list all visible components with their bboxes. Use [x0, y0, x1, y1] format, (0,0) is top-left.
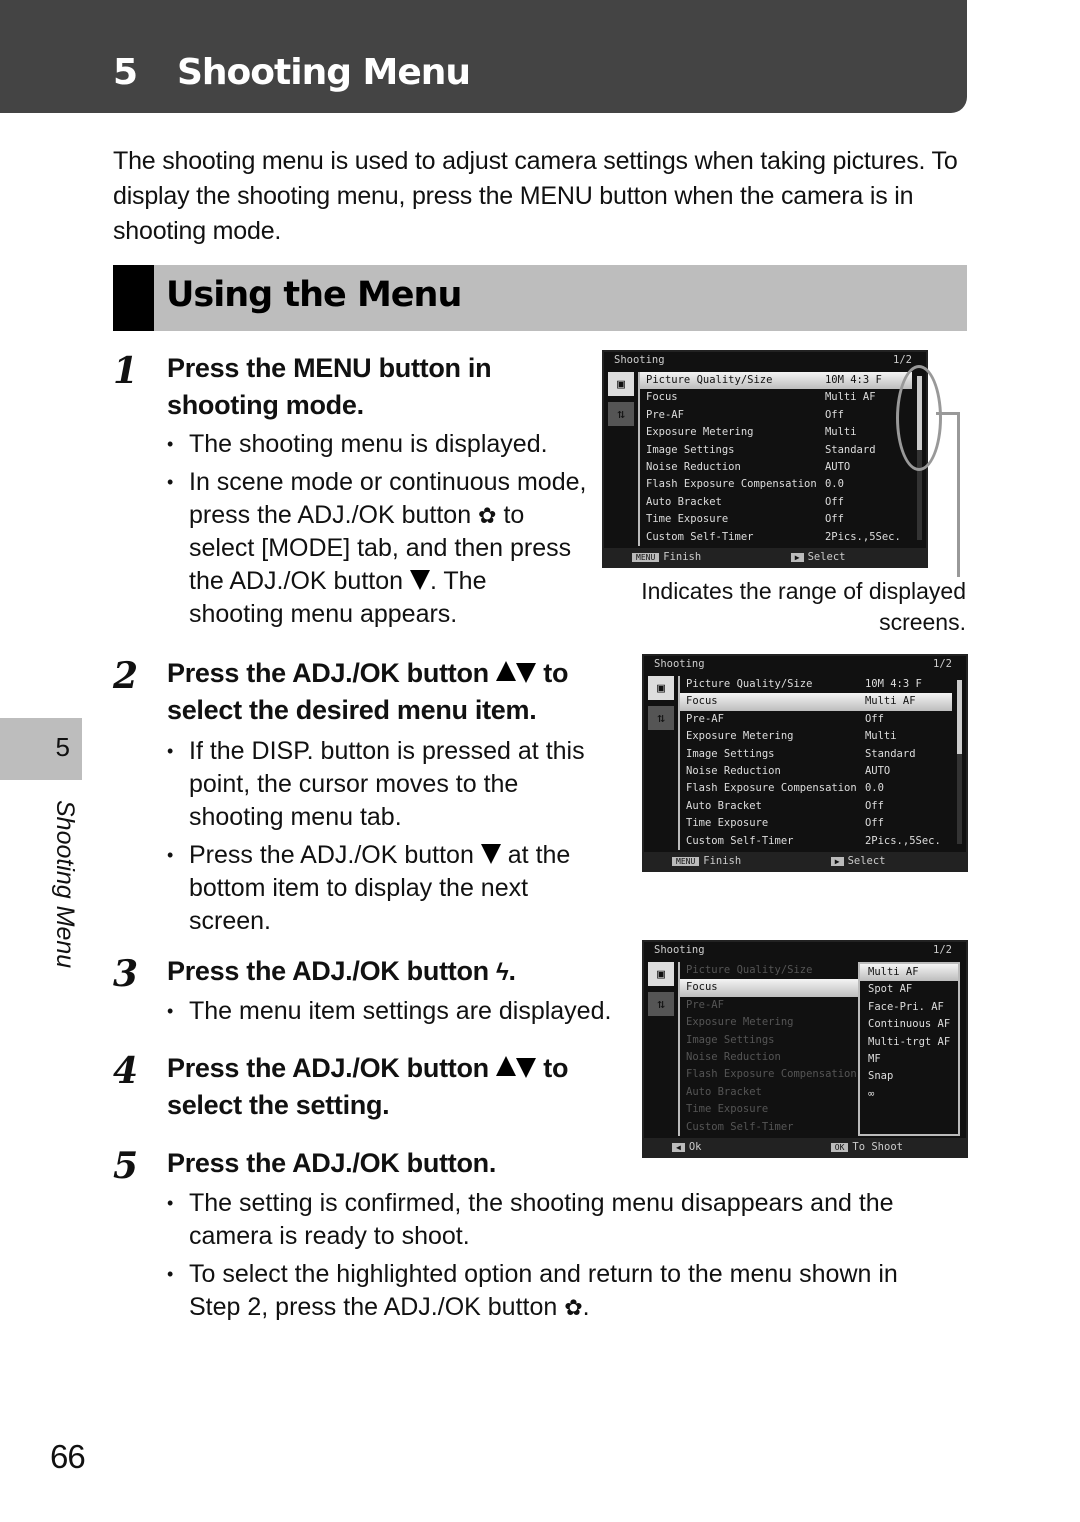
camera-screen-3: Shooting 1/2 ▣ ⇅ Picture Quality/Size Focu… — [642, 940, 968, 1158]
step-heading: Press the ADJ./OK button ϟ. — [167, 953, 617, 991]
menu-row: Auto Bracket Off — [686, 799, 884, 812]
section-marker — [113, 265, 154, 331]
menu-row: Flash Exposure Compensation 0.0 — [686, 782, 884, 795]
option-row: Continuous AF — [868, 1018, 951, 1031]
menu-row: Picture Quality/Size 10M 4:3 F — [686, 678, 922, 690]
option-row: Multi-trgt AF — [868, 1035, 951, 1048]
option-row: Spot AF — [868, 983, 913, 996]
option-row: MF — [868, 1052, 881, 1065]
option-row: Face-Pri. AF — [868, 1000, 944, 1013]
focus-options: Multi AF Spot AF Face-Pri. AF Continuous… — [858, 962, 960, 1136]
step-number: 2 — [113, 655, 139, 697]
flash-icon: ϟ — [496, 959, 509, 986]
bullet: In scene mode or continuous mode, press … — [167, 466, 587, 631]
chapter-side-tab: 5 — [0, 718, 82, 780]
option-row: ∞ — [868, 1087, 875, 1100]
bullet: The menu item settings are displayed. — [167, 995, 637, 1028]
intro-paragraph: The shooting menu is used to adjust came… — [113, 147, 958, 245]
step-bullets: The setting is confirmed, the shooting m… — [167, 1187, 947, 1329]
scrollbar — [957, 680, 962, 844]
menu-row: Noise Reduction AUTO — [686, 764, 891, 777]
menu-row: Custom Self-Timer 2Pics.,5Sec. — [686, 834, 941, 847]
step-bullets: The shooting menu is displayed. In scene… — [167, 428, 587, 636]
menu-list: Picture Quality/Size 10M 4:3 F Focus Multi… — [678, 676, 952, 850]
down-arrow-icon — [480, 844, 501, 864]
option-row: Snap — [868, 1070, 894, 1083]
menu-row: Custom Self-Timer 2Pics.,5Sec. — [646, 530, 901, 543]
bullet: If the DISP. button is pressed at this p… — [167, 735, 587, 834]
menu-row: Image Settings Standard — [686, 747, 916, 760]
menu-row: Time Exposure Off — [686, 817, 884, 830]
section-title: Using the Menu — [166, 275, 462, 315]
up-arrow-icon — [496, 661, 517, 681]
step-heading: Press the ADJ./OK button to select the s… — [167, 1053, 569, 1120]
step-number: 4 — [113, 1050, 139, 1092]
chapter-title: 5 Shooting Menu — [113, 52, 471, 93]
menu-list: Picture Quality/Size 10M 4:3 F Focus Multi… — [638, 372, 912, 546]
chapter-header: 5 Shooting Menu — [0, 0, 967, 113]
chapter-title-text: Shooting Menu — [177, 52, 471, 93]
menu-row: Focus Multi AF — [680, 693, 952, 711]
bullet: Press the ADJ./OK button at the bottom i… — [167, 839, 587, 938]
bullet: To select the highlighted option and ret… — [167, 1258, 947, 1324]
camera-icon: ▣ — [608, 372, 634, 396]
menu-row: Image Settings Standard — [646, 443, 876, 456]
camera-screen-1: Shooting 1/2 ▣ ⇅ Picture Quality/Size 10M 4… — [602, 350, 928, 568]
menu-row: Noise Reduction AUTO — [646, 460, 851, 473]
step-number: 3 — [113, 953, 139, 995]
bullet: The shooting menu is displayed. — [167, 428, 587, 461]
option-row: Multi AF — [860, 964, 958, 982]
menu-row: Pre-AF Off — [686, 712, 884, 725]
setup-icon: ⇅ — [648, 992, 674, 1016]
camera-icon: ▣ — [648, 676, 674, 700]
step-number: 5 — [113, 1145, 139, 1187]
setup-icon: ⇅ — [608, 402, 634, 426]
step-heading: Press the ADJ./OK button. — [167, 1148, 497, 1178]
step-bullets: If the DISP. button is pressed at this p… — [167, 735, 587, 943]
menu-row: Pre-AF Off — [646, 408, 844, 421]
page-number: 66 — [50, 1438, 86, 1475]
menu-row: Flash Exposure Compensation 0.0 — [646, 478, 844, 491]
up-arrow-icon — [496, 1056, 517, 1076]
camera-icon: ▣ — [648, 962, 674, 986]
step-number: 1 — [113, 350, 139, 392]
menu-row: Auto Bracket Off — [646, 495, 844, 508]
down-arrow-icon — [516, 1058, 537, 1078]
menu-list: Picture Quality/Size Focus Pre-AF Exposu… — [678, 962, 858, 1136]
bullet: The setting is confirmed, the shooting m… — [167, 1187, 947, 1253]
down-arrow-icon — [516, 663, 537, 683]
menu-row: Focus Multi AF — [646, 391, 876, 404]
section-header: Using the Menu — [113, 265, 967, 331]
screen-title: Shooting — [614, 354, 665, 366]
macro-icon: ✿ — [564, 1295, 583, 1320]
menu-row: Picture Quality/Size 10M 4:3 F — [640, 372, 912, 390]
setup-icon: ⇅ — [648, 706, 674, 730]
menu-row: Time Exposure Off — [646, 513, 844, 526]
callout-text: Indicates the range of displayed screens… — [641, 578, 966, 635]
callout-line — [957, 412, 960, 577]
chapter-side-label: Shooting Menu — [51, 800, 79, 969]
callout-ring — [896, 365, 942, 471]
camera-screen-2: Shooting 1/2 ▣ ⇅ Picture Quality/Size 10M 4… — [642, 654, 968, 872]
menu-row: Exposure Metering Multi — [646, 426, 857, 439]
chapter-number: 5 — [113, 52, 138, 93]
screen-page: 1/2 — [893, 354, 912, 366]
macro-icon: ✿ — [478, 503, 497, 528]
down-arrow-icon — [409, 570, 430, 590]
step-bullets: The menu item settings are displayed. — [167, 995, 637, 1033]
step-heading: Press the MENU button in shooting mode. — [167, 353, 492, 420]
menu-row: Exposure Metering Multi — [686, 730, 897, 743]
step-heading: Press the ADJ./OK button to select the d… — [167, 658, 569, 725]
